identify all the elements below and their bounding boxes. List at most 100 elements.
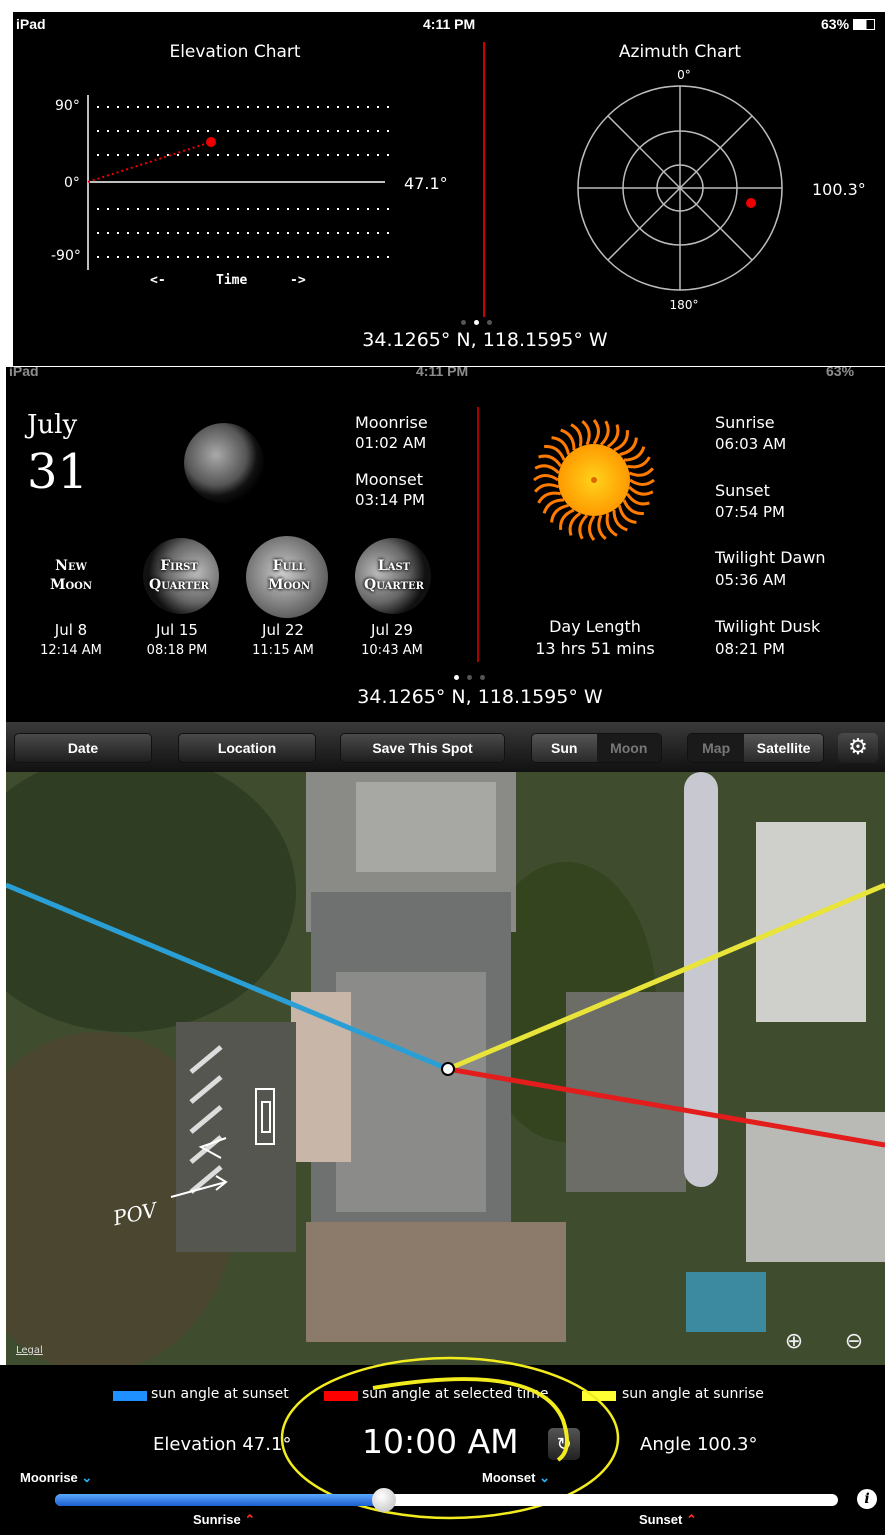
legend-label-sunset: sun angle at sunset — [151, 1386, 289, 1402]
sun-segment[interactable]: Sun — [532, 734, 597, 762]
map-segment[interactable]: Map — [688, 734, 745, 762]
angle-readout: Angle 100.3° — [640, 1434, 758, 1455]
moonrise-marker-label: Moonrise — [20, 1470, 78, 1485]
device-label: iPad — [9, 363, 39, 379]
phase-time: 12:14 AM — [40, 643, 102, 658]
panel-divider — [483, 42, 485, 317]
phase-time: 11:15 AM — [252, 643, 314, 658]
moonset-marker: Moonset ⌄ — [482, 1470, 550, 1486]
twilight-dawn-time: 05:36 AM — [715, 571, 787, 589]
sunrise-time: 06:03 AM — [715, 435, 787, 453]
day-length-value: 13 hrs 51 mins — [535, 639, 655, 658]
save-spot-button[interactable]: Save This Spot — [340, 733, 505, 763]
clock: 4:11 PM — [423, 16, 476, 32]
time-arrow-left: <- — [150, 273, 166, 288]
time-axis-label: Time — [216, 273, 248, 288]
day-length-label: Day Length — [549, 617, 641, 636]
phase-date: Jul 29 — [371, 621, 413, 639]
date-day: 31 — [27, 444, 89, 500]
moonrise-time: 01:02 AM — [355, 434, 427, 452]
time-arrow-right: -> — [290, 273, 306, 288]
phase-name: Moon — [49, 577, 93, 593]
phase-last-quarter: Last Quarter — [352, 557, 436, 595]
status-bar: iPad 4:11 PM 63% — [6, 359, 885, 383]
date-button[interactable]: Date — [14, 733, 152, 763]
battery-level: 63% — [826, 363, 855, 379]
zoom-in-icon[interactable]: ⊕ — [780, 1328, 808, 1356]
satellite-segment[interactable]: Satellite — [744, 734, 823, 762]
sunset-time: 07:54 PM — [715, 503, 785, 521]
elevation-chart-value: 47.1° — [404, 174, 448, 193]
azimuth-chart-title: Azimuth Chart — [618, 42, 742, 62]
azimuth-south-label: 180° — [669, 298, 699, 312]
info-icon[interactable]: i — [857, 1489, 877, 1509]
angle-value: 100.3° — [696, 1434, 758, 1455]
azimuth-chart-value: 100.3° — [812, 180, 866, 199]
elevation-label: Elevation — [153, 1434, 237, 1455]
slider-fill — [55, 1494, 384, 1506]
phase-first-quarter: First Quarter — [137, 557, 221, 595]
y-label-0: 0° — [64, 175, 80, 191]
middle-coordinates: 34.1265° N, 118.1595° W — [357, 686, 603, 708]
moonset-label: Moonset — [355, 470, 423, 489]
map-type-toggle[interactable]: Map Satellite — [687, 733, 824, 763]
moon-segment[interactable]: Moon — [596, 734, 661, 762]
phase-date: Jul 8 — [54, 621, 88, 639]
elevation-marker — [206, 137, 216, 147]
battery-level: 63% — [821, 16, 850, 32]
satellite-map[interactable]: POV Legal ⊕ ⊖ — [6, 772, 885, 1365]
page-indicator[interactable] — [457, 310, 496, 329]
chevron-up-icon: ⌃ — [244, 1512, 256, 1527]
battery-icon — [853, 18, 876, 30]
sun-moon-toggle[interactable]: Sun Moon — [531, 733, 662, 763]
page-indicator[interactable] — [450, 665, 489, 684]
sunrise-marker: Sunrise ⌃ — [193, 1512, 255, 1528]
settings-button[interactable]: ⚙ — [838, 733, 878, 763]
legend-label-sunrise: sun angle at sunrise — [622, 1386, 764, 1402]
y-label-90: 90° — [55, 98, 80, 114]
legal-link[interactable]: Legal — [16, 1345, 43, 1356]
moonset-time: 03:14 PM — [355, 491, 425, 509]
handwritten-circle-annotation — [280, 1356, 620, 1520]
elevation-chart-title: Elevation Chart — [169, 42, 301, 62]
location-button[interactable]: Location — [178, 733, 316, 763]
azimuth-north-label: 0° — [677, 68, 691, 82]
chevron-down-icon: ⌄ — [81, 1470, 93, 1485]
sunset-label: Sunset — [715, 481, 770, 500]
phase-name: Full — [272, 558, 306, 574]
legend-swatch-sunset — [113, 1391, 147, 1401]
middle-divider — [477, 407, 479, 662]
twilight-dusk-label: Twilight Dusk — [715, 617, 821, 636]
top-coordinates: 34.1265° N, 118.1595° W — [362, 329, 608, 351]
sunrise-label: Sunrise — [715, 413, 775, 432]
phase-name: Quarter — [149, 577, 209, 593]
date-month: July — [27, 410, 78, 440]
moonrise-marker: Moonrise ⌄ — [20, 1470, 92, 1486]
elevation-plot — [87, 95, 395, 270]
twilight-dusk-time: 08:21 PM — [715, 640, 785, 658]
phase-time: 10:43 AM — [361, 643, 423, 658]
phase-date: Jul 15 — [156, 621, 198, 639]
location-pin[interactable] — [441, 1062, 455, 1076]
sunrise-marker-label: Sunrise — [193, 1512, 241, 1527]
phase-name: First — [160, 558, 198, 574]
map-imagery — [6, 772, 885, 1365]
sunset-marker-label: Sunset — [639, 1512, 683, 1527]
moon-today-icon — [184, 423, 264, 503]
sun-icon — [533, 419, 655, 541]
status-bar: iPad 4:11 PM 63% — [13, 12, 885, 36]
slider-thumb[interactable] — [371, 1488, 396, 1512]
gear-icon: ⚙ — [848, 735, 868, 760]
device-label: iPad — [16, 16, 46, 32]
chevron-up-icon: ⌃ — [685, 1512, 697, 1527]
y-label-neg90: -90° — [51, 248, 81, 264]
phase-name: New — [55, 558, 87, 574]
zoom-out-icon[interactable]: ⊖ — [840, 1328, 868, 1356]
phase-name: Quarter — [364, 577, 424, 593]
clock: 4:11 PM — [416, 363, 469, 379]
phase-full: Full Moon — [247, 557, 331, 595]
chevron-down-icon: ⌄ — [539, 1470, 550, 1485]
moonrise-label: Moonrise — [355, 413, 428, 432]
sunset-marker: Sunset ⌃ — [639, 1512, 697, 1528]
time-slider[interactable] — [55, 1494, 838, 1506]
